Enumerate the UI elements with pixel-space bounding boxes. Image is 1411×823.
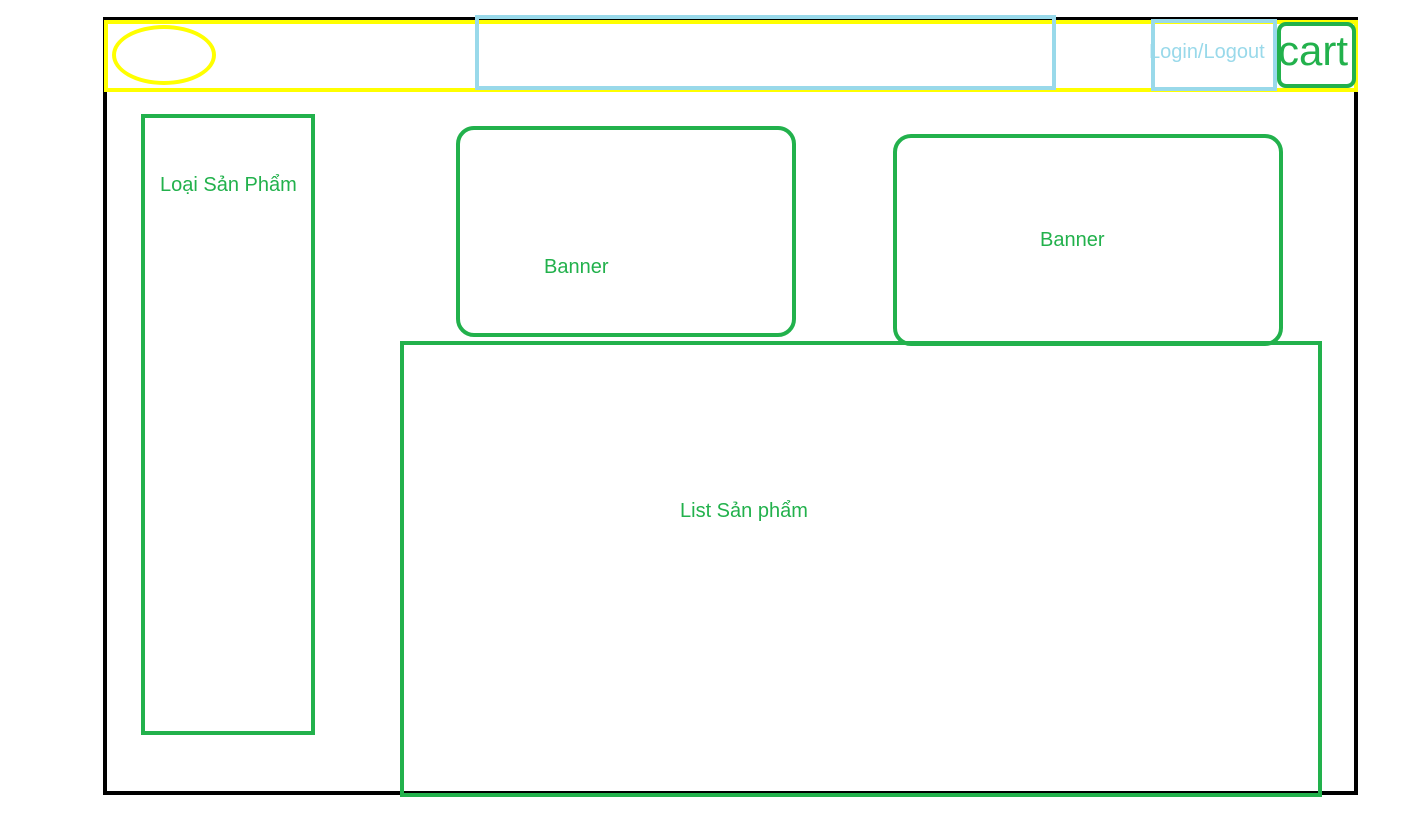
- product-list: [400, 341, 1322, 797]
- cart-label: cart: [1278, 27, 1349, 74]
- search-input[interactable]: [475, 15, 1056, 90]
- category-sidebar-label: Loại Sản Phẩm: [160, 174, 297, 196]
- banner-left-label: Banner: [544, 256, 609, 278]
- category-sidebar: [141, 114, 315, 735]
- login-logout-label: Login/Logout: [1149, 41, 1265, 63]
- banner-left[interactable]: [456, 126, 796, 337]
- product-list-label: List Sản phẩm: [680, 500, 808, 522]
- banner-right-label: Banner: [1040, 229, 1105, 251]
- logo-placeholder[interactable]: [112, 25, 216, 85]
